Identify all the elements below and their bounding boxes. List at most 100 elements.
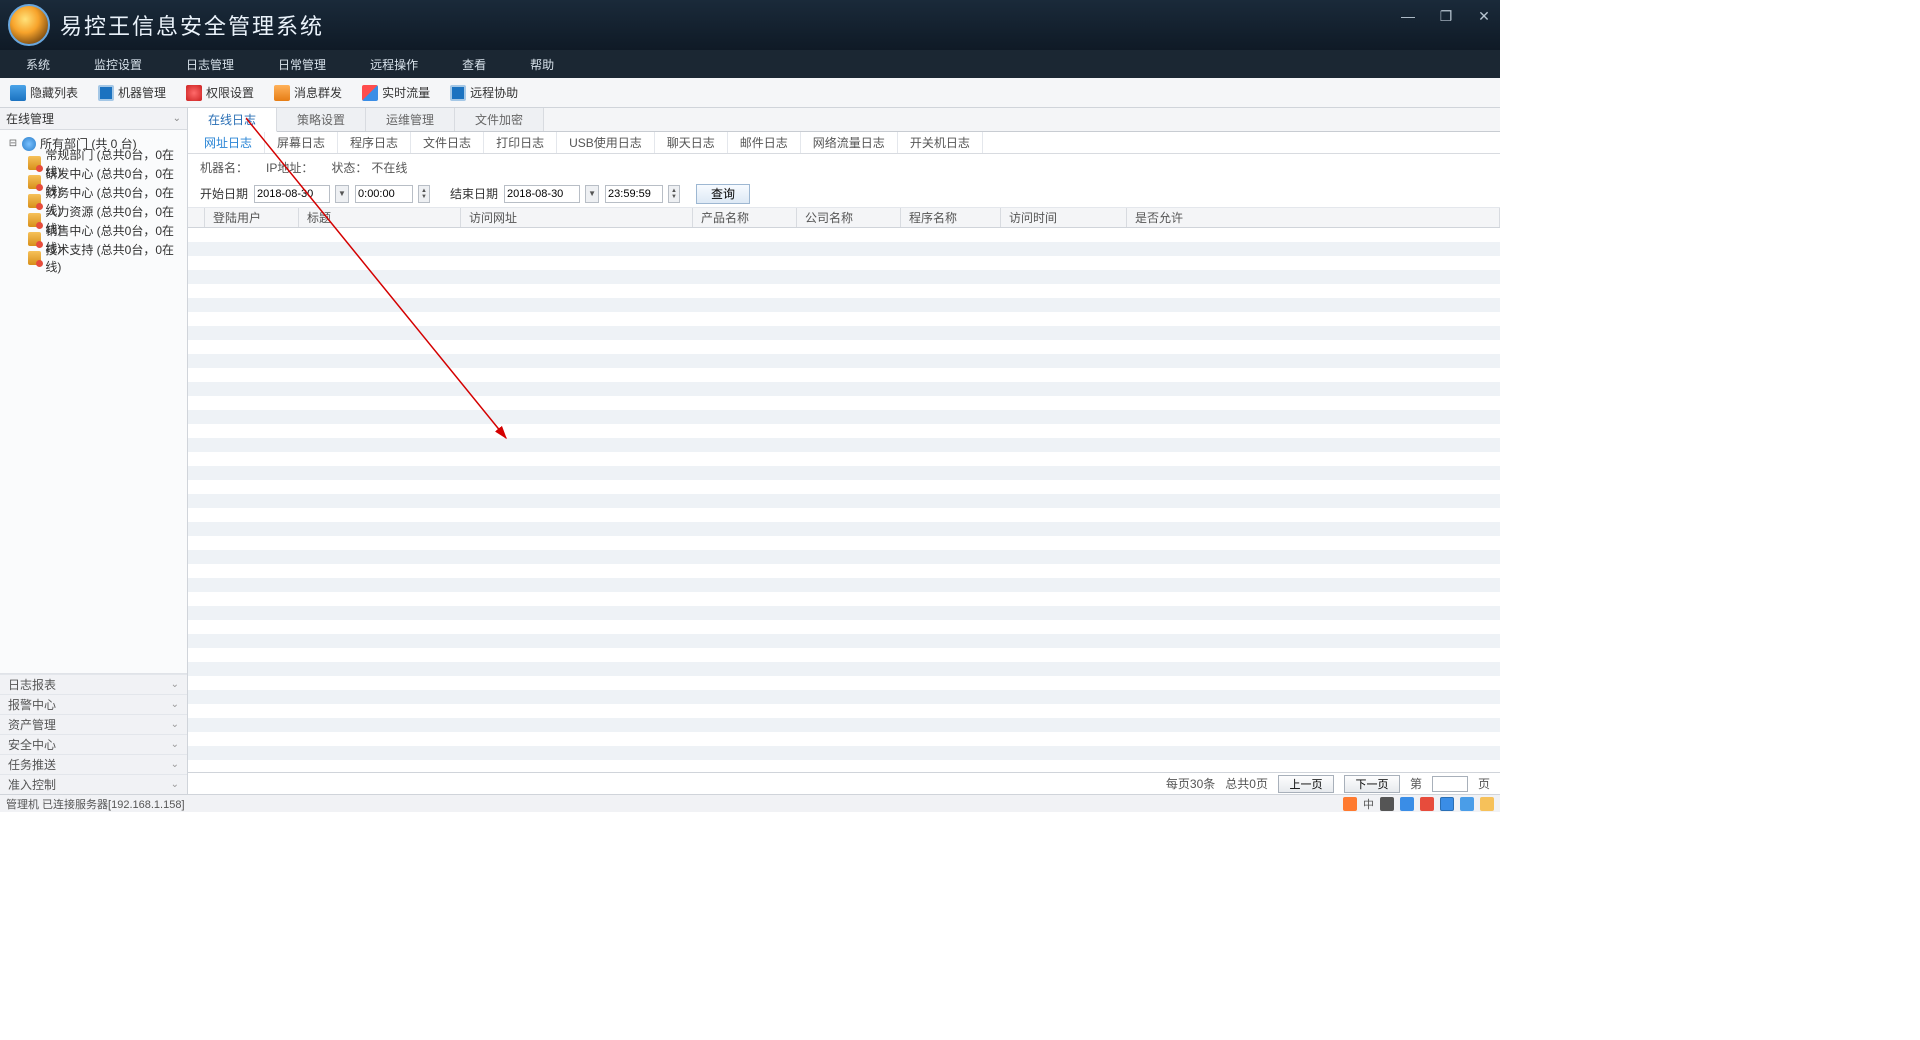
acc-security-center[interactable]: 安全中心⌄: [0, 734, 187, 754]
subtab-traffic-log[interactable]: 网络流量日志: [801, 132, 898, 153]
table-row: [188, 648, 1500, 662]
table-row: [188, 452, 1500, 466]
table-row: [188, 592, 1500, 606]
col-selector[interactable]: [188, 208, 205, 227]
status-label: 状态：: [331, 159, 367, 176]
tb-hide-list[interactable]: 隐藏列表: [4, 82, 92, 103]
page-input[interactable]: [1432, 776, 1468, 792]
table-row: [188, 676, 1500, 690]
message-icon: [274, 85, 290, 101]
title-bar: 易控王信息安全管理系统 — ❐ ✕: [0, 0, 1500, 50]
subtab-url-log[interactable]: 网址日志: [192, 132, 265, 153]
tb-message-broadcast[interactable]: 消息群发: [268, 82, 356, 103]
menu-system[interactable]: 系统: [4, 50, 72, 78]
start-date-input[interactable]: [254, 185, 330, 203]
acc-access-control[interactable]: 准入控制⌄: [0, 774, 187, 794]
folder-icon: [28, 251, 41, 265]
table-row: [188, 704, 1500, 718]
chevron-down-icon: ⌄: [171, 759, 179, 770]
col-url[interactable]: 访问网址: [461, 208, 693, 227]
chevron-down-icon: ⌄: [171, 739, 179, 750]
subtab-program-log[interactable]: 程序日志: [338, 132, 411, 153]
tray-icon[interactable]: [1440, 797, 1454, 811]
chevron-down-icon: ⌄: [171, 779, 179, 790]
subtab-screen-log[interactable]: 屏幕日志: [265, 132, 338, 153]
acc-asset-manage[interactable]: 资产管理⌄: [0, 714, 187, 734]
col-program[interactable]: 程序名称: [901, 208, 1001, 227]
tab-file-encrypt[interactable]: 文件加密: [455, 108, 544, 131]
tab-policy-settings[interactable]: 策略设置: [277, 108, 366, 131]
subtab-print-log[interactable]: 打印日志: [484, 132, 557, 153]
tab-online-log[interactable]: 在线日志: [188, 108, 277, 132]
prev-page-button[interactable]: 上一页: [1278, 775, 1334, 793]
chevron-down-icon: ⌄: [171, 719, 179, 730]
chevron-down-icon: ⌄: [171, 679, 179, 690]
tray-icon[interactable]: [1480, 797, 1494, 811]
menu-log-manage[interactable]: 日志管理: [164, 50, 256, 78]
tray-icon[interactable]: [1420, 797, 1434, 811]
page-prefix: 第: [1410, 775, 1422, 792]
col-product[interactable]: 产品名称: [693, 208, 797, 227]
acc-log-report[interactable]: 日志报表⌄: [0, 674, 187, 694]
tree-node[interactable]: 技术支持 (总共0台，0在线): [0, 248, 187, 267]
end-date-input[interactable]: [504, 185, 580, 203]
ime-indicator[interactable]: 中: [1363, 796, 1374, 812]
tray-icon[interactable]: [1380, 797, 1394, 811]
tab-ops-manage[interactable]: 运维管理: [366, 108, 455, 131]
minimize-button[interactable]: —: [1398, 6, 1418, 26]
tray-icon[interactable]: [1400, 797, 1414, 811]
tb-permission[interactable]: 权限设置: [180, 82, 268, 103]
end-time-input[interactable]: [605, 185, 663, 203]
folder-icon: [28, 175, 41, 189]
start-date-dropdown[interactable]: ▼: [335, 185, 349, 203]
next-page-button[interactable]: 下一页: [1344, 775, 1400, 793]
menu-remote-ops[interactable]: 远程操作: [348, 50, 440, 78]
tb-remote-assist[interactable]: 远程协助: [444, 82, 532, 103]
tray-icon[interactable]: [1460, 797, 1474, 811]
query-button[interactable]: 查询: [696, 184, 750, 204]
subtab-chat-log[interactable]: 聊天日志: [655, 132, 728, 153]
tb-realtime-traffic[interactable]: 实时流量: [356, 82, 444, 103]
table-row: [188, 228, 1500, 242]
acc-task-push[interactable]: 任务推送⌄: [0, 754, 187, 774]
tray-icon[interactable]: [1343, 797, 1357, 811]
folder-icon: [28, 194, 41, 208]
maximize-button[interactable]: ❐: [1436, 6, 1456, 26]
start-time-spinner[interactable]: ▲▼: [418, 185, 430, 203]
subtab-power-log[interactable]: 开关机日志: [898, 132, 983, 153]
grid-header: 登陆用户 标题 访问网址 产品名称 公司名称 程序名称 访问时间 是否允许: [188, 208, 1500, 228]
pager-bar: 每页30条 总共0页 上一页 下一页 第 页: [188, 772, 1500, 794]
col-title[interactable]: 标题: [299, 208, 461, 227]
system-tray: 中: [1343, 796, 1494, 812]
menu-view[interactable]: 查看: [440, 50, 508, 78]
app-title: 易控王信息安全管理系统: [60, 9, 324, 41]
subtab-mail-log[interactable]: 邮件日志: [728, 132, 801, 153]
col-time[interactable]: 访问时间: [1001, 208, 1127, 227]
collapse-icon[interactable]: ⊟: [8, 138, 18, 149]
acc-alarm-center[interactable]: 报警中心⌄: [0, 694, 187, 714]
page-suffix: 页: [1478, 775, 1490, 792]
tb-machine-manage[interactable]: 机器管理: [92, 82, 180, 103]
menu-monitor-settings[interactable]: 监控设置: [72, 50, 164, 78]
menu-help[interactable]: 帮助: [508, 50, 576, 78]
close-button[interactable]: ✕: [1474, 6, 1494, 26]
table-row: [188, 494, 1500, 508]
table-row: [188, 256, 1500, 270]
table-row: [188, 508, 1500, 522]
col-allowed[interactable]: 是否允许: [1127, 208, 1500, 227]
col-user[interactable]: 登陆用户: [205, 208, 299, 227]
subtab-usb-log[interactable]: USB使用日志: [557, 132, 655, 153]
department-tree: ⊟ 所有部门 (共 0 台) 常规部门 (总共0台，0在线) 研发中心 (总共0…: [0, 130, 187, 271]
menu-daily-manage[interactable]: 日常管理: [256, 50, 348, 78]
grid-body[interactable]: [188, 228, 1500, 772]
start-time-input[interactable]: [355, 185, 413, 203]
end-time-spinner[interactable]: ▲▼: [668, 185, 680, 203]
table-row: [188, 312, 1500, 326]
col-company[interactable]: 公司名称: [797, 208, 901, 227]
sidebar-mode-select[interactable]: 在线管理 ⌄: [0, 108, 187, 130]
end-date-dropdown[interactable]: ▼: [585, 185, 599, 203]
table-row: [188, 536, 1500, 550]
subtab-file-log[interactable]: 文件日志: [411, 132, 484, 153]
hide-list-icon: [10, 85, 26, 101]
table-row: [188, 732, 1500, 746]
